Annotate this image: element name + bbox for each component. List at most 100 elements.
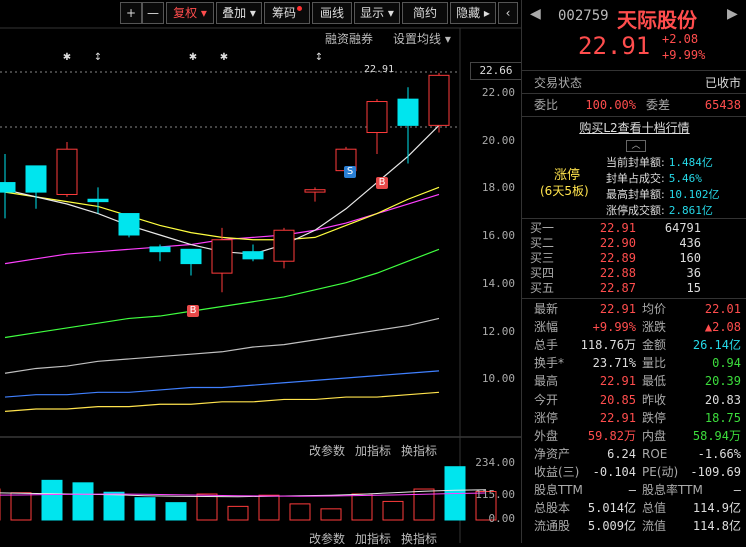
trade-state-label: 交易状态 [534, 76, 583, 90]
seal-value: 10.102亿 [668, 188, 720, 201]
stat-label: 总手 [534, 338, 559, 353]
l2-upgrade-link[interactable]: 购买L2查看十档行情 [522, 119, 746, 136]
stat-label: 总股本 [534, 501, 571, 516]
stock-name: 天际股份 [617, 8, 697, 32]
bid-price: 22.89 [599, 251, 636, 265]
volume-bar [41, 479, 63, 521]
candle-body [0, 182, 16, 193]
volume-bar [289, 503, 311, 521]
weibi-label: 委比 [534, 98, 559, 112]
bid-row[interactable]: 买一 22.91 64791 [522, 221, 746, 236]
weicha-label: 委差 [646, 98, 671, 112]
bid-label: 买五 [530, 281, 555, 295]
candle-body [149, 246, 171, 253]
stat-row: 涨幅 +9.99% 涨跌 ▲2.08 [522, 318, 746, 336]
seal-row: 封单占成交: 5.46% [606, 170, 702, 186]
volume-bar [103, 491, 125, 521]
event-marker-icon: ↕ [315, 52, 323, 63]
bid-row[interactable]: 买三 22.89 160 [522, 251, 746, 266]
switch-indicator-link[interactable]: 换指标 [401, 442, 437, 459]
divider [522, 218, 746, 219]
kline-svg: ✱ ↕ ✱ ✱ ↕ [0, 27, 521, 543]
trade-state-value: 已收市 [704, 76, 741, 90]
seal-value: 5.46% [668, 172, 702, 185]
bid-label: 买一 [530, 221, 555, 235]
volume-bar [258, 494, 280, 521]
add-indicator-link[interactable]: 加指标 [355, 530, 391, 547]
collapse-up-icon[interactable]: ︿ [626, 140, 646, 152]
indicator-params-link[interactable]: 改参数 [309, 442, 345, 459]
prev-stock-arrow-icon[interactable]: ◀ [530, 6, 541, 22]
seal-label: 涨停成交额: [606, 204, 665, 217]
buy-signal-badge[interactable]: B [376, 177, 388, 189]
quote-panel: ◀ 002759 天际股份 ▶ 22.91 +2.08 +9.99% 交易状态 … [521, 0, 746, 543]
stat-label: 流值 [642, 519, 667, 534]
event-marker-icon: ✱ [189, 52, 197, 63]
stat-value: -1.66% [697, 446, 741, 461]
price-change-pct: +9.99% [662, 48, 706, 62]
candle-body [242, 251, 264, 260]
ma120-line [4, 370, 440, 398]
stat-value: 22.91 [599, 302, 636, 316]
bid-price: 22.90 [599, 236, 636, 250]
stat-value: -109.69 [690, 464, 741, 479]
weicha-value: 65438 [704, 98, 741, 112]
candle-body [56, 148, 78, 195]
bid-row[interactable]: 买四 22.88 36 [522, 266, 746, 281]
buy-signal-badge[interactable]: B [187, 305, 199, 317]
candle-body [397, 98, 419, 126]
switch-indicator-link[interactable]: 换指标 [401, 530, 437, 547]
bid-label: 买二 [530, 236, 555, 250]
bid-price: 22.87 [599, 281, 636, 295]
sell-signal-badge[interactable]: S [344, 166, 356, 178]
current-price-tag: 22.66 [470, 62, 522, 80]
stat-row: 外盘 59.82万 内盘 58.94万 [522, 427, 746, 445]
stat-value: 23.71% [592, 356, 636, 371]
volume-tick-label: 115.00 [475, 488, 515, 501]
add-indicator-link[interactable]: 加指标 [355, 442, 391, 459]
bid-volume: 436 [679, 236, 701, 250]
stat-value: 6.24 [607, 446, 636, 461]
stat-value: 5.014亿 [587, 501, 636, 516]
next-stock-arrow-icon[interactable]: ▶ [727, 6, 738, 22]
stat-value: — [733, 483, 741, 497]
stat-row: 换手* 23.71% 量比 0.94 [522, 354, 746, 372]
volume-bar [196, 493, 218, 521]
trade-state-row: 交易状态 已收市 [522, 74, 746, 92]
stat-value: 20.39 [704, 374, 741, 389]
stat-label: 外盘 [534, 428, 559, 443]
kline-chart-area[interactable]: + — 复权 ▾ 叠加 ▾ 筹码 画线 显示 ▾ 简约 隐藏 ▸ ‹ 融资融券 … [0, 0, 522, 546]
stat-label: 流通股 [534, 519, 571, 534]
stat-label: 均价 [642, 302, 667, 316]
stat-label: 内盘 [642, 428, 667, 443]
stat-value: 18.75 [704, 410, 741, 425]
stat-value: 114.9亿 [692, 501, 741, 516]
stat-value: 22.91 [599, 410, 636, 425]
volume-bar [382, 500, 404, 521]
volume-bar [227, 505, 249, 521]
bid-price: 22.91 [599, 221, 636, 235]
stat-value: 118.76万 [580, 338, 636, 353]
stat-value: 22.91 [599, 374, 636, 389]
indicator-params-link[interactable]: 改参数 [309, 530, 345, 547]
stat-label: 总值 [642, 501, 667, 516]
price-tick-label: 10.00 [481, 372, 515, 386]
event-marker-icon: ↕ [94, 52, 102, 63]
bid-row[interactable]: 买二 22.90 436 [522, 236, 746, 251]
bid-label: 买四 [530, 266, 555, 280]
bid-row[interactable]: 买五 22.87 15 [522, 281, 746, 296]
event-marker-icon: ✱ [63, 52, 71, 63]
candle-body [366, 101, 388, 134]
volume-tick-label: 0.00 [488, 512, 516, 525]
stat-value: 114.8亿 [692, 519, 741, 534]
stat-label: 股息率TTM [642, 483, 703, 497]
volume-bar [72, 482, 94, 521]
volume-bar [134, 497, 156, 521]
seal-row: 涨停成交额: 2.861亿 [606, 202, 713, 218]
stat-label: 量比 [642, 356, 667, 371]
seal-value: 2.861亿 [668, 204, 713, 217]
stat-label: 昨收 [642, 392, 667, 407]
seal-label: 封单占成交: [606, 172, 665, 185]
stat-label: 最低 [642, 374, 667, 389]
divider [522, 70, 746, 71]
